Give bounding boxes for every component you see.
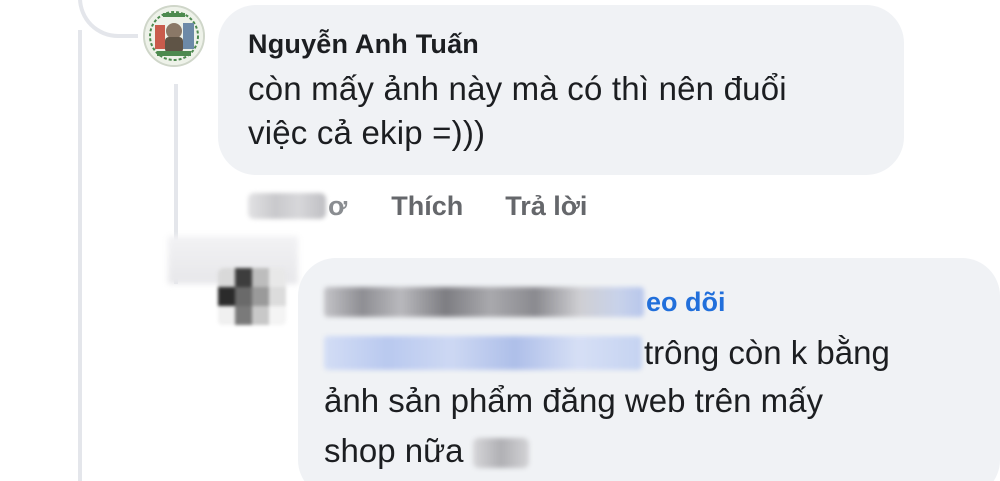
timestamp-suffix: ơ <box>328 190 348 221</box>
comment-bubble: Nguyễn Anh Tuấn còn mấy ảnh này mà có th… <box>218 5 904 175</box>
comment-text-line-1: còn mấy ảnh này mà có thì nên đuổi <box>248 70 787 107</box>
follow-link[interactable]: eo dõi <box>646 287 726 318</box>
user-avatar-icon[interactable] <box>143 5 205 67</box>
comment-thread: Nguyễn Anh Tuấn còn mấy ảnh này mà có th… <box>0 0 1000 481</box>
reply-text-line-2: ảnh sản phẩm đăng web trên mấy <box>324 382 823 419</box>
reply-avatar-icon[interactable] <box>218 268 286 326</box>
thread-connector <box>78 0 138 38</box>
reply-text-line-3: shop nữa <box>324 426 974 476</box>
reply-button[interactable]: Trả lời <box>505 191 587 222</box>
reply-text-line-1: trông còn k bằng <box>324 330 974 376</box>
reply-header: eo dõi <box>324 282 974 322</box>
redacted-tagged-user[interactable] <box>324 336 642 370</box>
reply-text-body: ảnh sản phẩm đăng web trên mấy shop nữa <box>324 376 974 476</box>
redacted-emoji <box>472 438 529 469</box>
redacted-reply-author[interactable] <box>324 287 644 317</box>
comment-author-name[interactable]: Nguyễn Anh Tuấn <box>248 27 874 61</box>
reply-text-line-1-text: trông còn k bằng <box>644 334 890 371</box>
comment-actions: ơ Thích Trả lời <box>248 186 587 226</box>
comment-text-line-2: việc cả ekip =))) <box>248 114 486 151</box>
blurred-timestamp <box>248 193 326 219</box>
like-button[interactable]: Thích <box>391 191 463 222</box>
thread-line-left <box>78 30 82 481</box>
reply-bubble: eo dõi trông còn k bằng ảnh sản phẩm đăn… <box>298 258 1000 481</box>
comment-text: còn mấy ảnh này mà có thì nên đuổi việc … <box>248 67 874 155</box>
reply-text-line-3-text: shop nữa <box>324 432 464 469</box>
